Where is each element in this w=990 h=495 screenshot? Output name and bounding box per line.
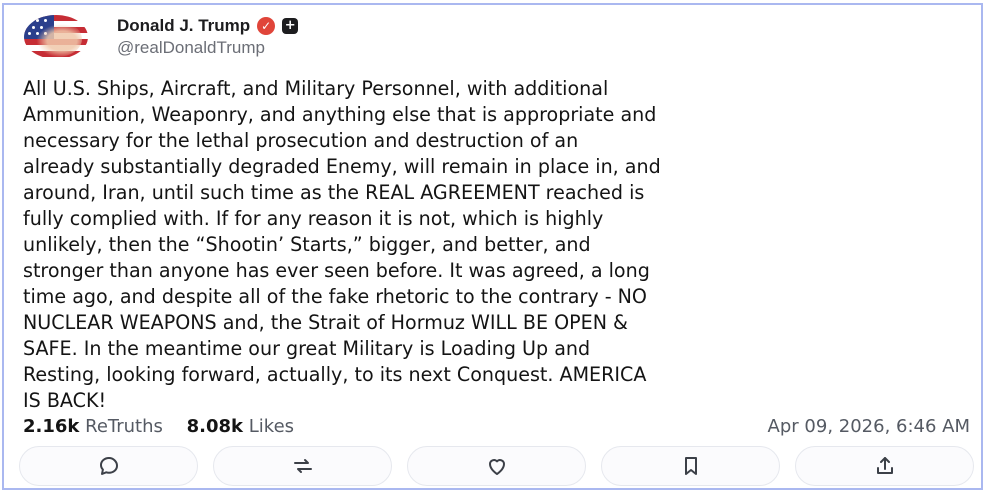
post-stats: 2.16k ReTruths 8.08k Likes Apr 09, 2026,… — [23, 416, 973, 442]
post-card: Donald J. Trump ✓ + @realDonaldTrump All… — [2, 3, 983, 490]
share-icon — [876, 457, 893, 474]
action-bar — [19, 446, 974, 486]
reply-icon — [99, 457, 118, 475]
author-info: Donald J. Trump ✓ + @realDonaldTrump — [117, 16, 299, 58]
likes-label: Likes — [248, 416, 295, 437]
retruths-count: 2.16k — [23, 416, 80, 437]
author-display-name[interactable]: Donald J. Trump — [117, 16, 250, 36]
likes-count: 8.08k — [186, 416, 244, 437]
share-button[interactable] — [795, 446, 974, 486]
post-header: Donald J. Trump ✓ + @realDonaldTrump — [24, 11, 299, 63]
likes-stat[interactable]: 8.08k Likes — [187, 416, 294, 437]
bookmark-button[interactable] — [601, 446, 780, 486]
bookmark-icon — [684, 457, 697, 475]
post-timestamp[interactable]: Apr 09, 2026, 6:46 AM — [768, 416, 970, 437]
retruth-icon — [293, 459, 312, 473]
reply-button[interactable] — [19, 446, 198, 486]
avatar[interactable] — [24, 15, 88, 59]
retruths-label: ReTruths — [85, 416, 163, 437]
retruth-button[interactable] — [213, 446, 392, 486]
plus-badge-icon: + — [282, 18, 299, 34]
avatar-portrait — [32, 21, 82, 57]
name-row: Donald J. Trump ✓ + — [117, 16, 299, 36]
like-button[interactable] — [407, 446, 586, 486]
author-handle[interactable]: @realDonaldTrump — [117, 38, 298, 58]
verified-badge-icon: ✓ — [257, 17, 276, 35]
heart-icon — [488, 459, 505, 475]
retruths-stat[interactable]: 2.16k ReTruths — [23, 416, 163, 437]
post-body: All U.S. Ships, Aircraft, and Military P… — [23, 77, 661, 412]
